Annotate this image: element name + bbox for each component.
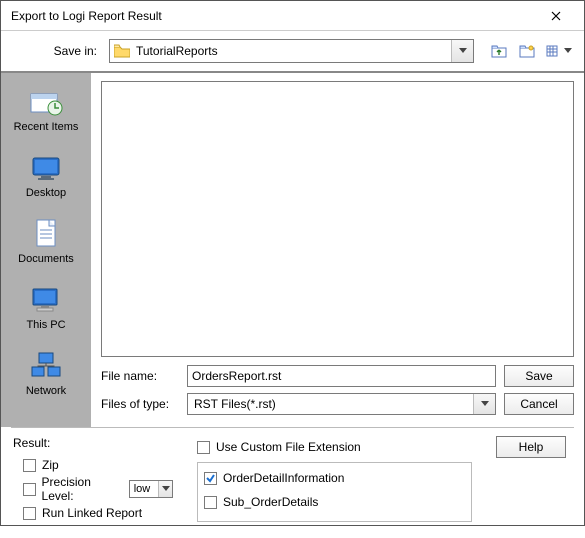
- new-folder-icon: [519, 44, 535, 58]
- sidebar-item-documents[interactable]: Documents: [7, 213, 85, 273]
- help-button[interactable]: Help: [496, 436, 566, 458]
- sidebar-item-this-pc[interactable]: This PC: [7, 279, 85, 339]
- documents-icon: [26, 217, 66, 251]
- file-type-value: RST Files(*.rst): [194, 397, 276, 411]
- precision-option[interactable]: Precision Level: low: [23, 480, 173, 498]
- precision-combo[interactable]: low: [129, 480, 173, 498]
- save-in-toolbar: [482, 40, 574, 62]
- report-opt-1[interactable]: OrderDetailInformation: [204, 469, 465, 487]
- sidebar-item-label: Documents: [7, 253, 85, 265]
- desktop-icon: [26, 151, 66, 185]
- save-in-combo[interactable]: TutorialReports: [109, 39, 474, 63]
- up-one-level-button[interactable]: [488, 40, 510, 62]
- result-col1: Result: Zip Precision Level: low Run Lin…: [13, 436, 173, 528]
- sidebar-item-label: Recent Items: [7, 121, 85, 133]
- save-in-label: Save in:: [11, 44, 101, 58]
- folder-icon: [114, 44, 130, 58]
- file-chooser-right: File name: Save Files of type: RST Files…: [91, 73, 584, 427]
- save-button[interactable]: Save: [504, 365, 574, 387]
- report-opt-2[interactable]: Sub_OrderDetails: [204, 493, 465, 511]
- sidebar-item-desktop[interactable]: Desktop: [7, 147, 85, 207]
- file-name-row: File name: Save: [101, 365, 574, 387]
- result-title: Result:: [13, 436, 173, 450]
- precision-label: Precision Level:: [42, 475, 123, 503]
- precision-value: low: [134, 483, 151, 495]
- zip-option[interactable]: Zip: [23, 456, 173, 474]
- titlebar: Export to Logi Report Result: [1, 1, 584, 31]
- custom-ext-option[interactable]: Use Custom File Extension: [197, 438, 472, 456]
- network-icon: [26, 349, 66, 383]
- report-opt-1-label: OrderDetailInformation: [223, 471, 344, 485]
- report-opt-2-label: Sub_OrderDetails: [223, 495, 318, 509]
- file-name-input[interactable]: [187, 365, 496, 387]
- chevron-down-icon[interactable]: [473, 394, 495, 414]
- sidebar-item-recent[interactable]: Recent Items: [7, 81, 85, 141]
- save-in-row: Save in: TutorialReports: [1, 31, 584, 73]
- file-list[interactable]: [101, 81, 574, 357]
- custom-ext-checkbox[interactable]: [197, 441, 210, 454]
- window-title: Export to Logi Report Result: [11, 9, 536, 23]
- chevron-down-icon: [564, 48, 572, 54]
- save-in-value: TutorialReports: [136, 44, 218, 58]
- file-type-combo[interactable]: RST Files(*.rst): [187, 393, 496, 415]
- cancel-button[interactable]: Cancel: [504, 393, 574, 415]
- result-col2: Use Custom File Extension OrderDetailInf…: [197, 436, 472, 528]
- up-folder-icon: [491, 44, 507, 58]
- zip-checkbox[interactable]: [23, 459, 36, 472]
- close-icon: [551, 11, 561, 21]
- precision-checkbox[interactable]: [23, 483, 36, 496]
- close-button[interactable]: [536, 2, 576, 30]
- new-folder-button[interactable]: [516, 40, 538, 62]
- report-opt-2-checkbox[interactable]: [204, 496, 217, 509]
- this-pc-icon: [26, 283, 66, 317]
- custom-ext-label: Use Custom File Extension: [216, 440, 361, 454]
- run-linked-label: Run Linked Report: [42, 506, 142, 520]
- sidebar-item-label: This PC: [7, 319, 85, 331]
- chevron-down-icon[interactable]: [451, 40, 473, 62]
- view-grid-icon: [546, 44, 562, 58]
- run-linked-checkbox[interactable]: [23, 507, 36, 520]
- result-section: Result: Zip Precision Level: low Run Lin…: [1, 428, 584, 538]
- result-col3: Help: [496, 436, 572, 528]
- browser-area: Recent Items Desktop Documents This PC N…: [1, 73, 584, 427]
- file-type-row: Files of type: RST Files(*.rst) Cancel: [101, 393, 574, 415]
- view-menu-button[interactable]: [544, 40, 574, 62]
- zip-label: Zip: [42, 458, 59, 472]
- report-opt-1-checkbox[interactable]: [204, 472, 217, 485]
- recent-items-icon: [26, 85, 66, 119]
- chevron-down-icon[interactable]: [158, 481, 172, 497]
- file-name-label: File name:: [101, 369, 179, 383]
- sidebar-item-label: Network: [7, 385, 85, 397]
- sidebar-item-network[interactable]: Network: [7, 345, 85, 405]
- places-sidebar: Recent Items Desktop Documents This PC N…: [1, 73, 91, 427]
- file-type-label: Files of type:: [101, 397, 179, 411]
- sidebar-item-label: Desktop: [7, 187, 85, 199]
- run-linked-option[interactable]: Run Linked Report: [23, 504, 173, 522]
